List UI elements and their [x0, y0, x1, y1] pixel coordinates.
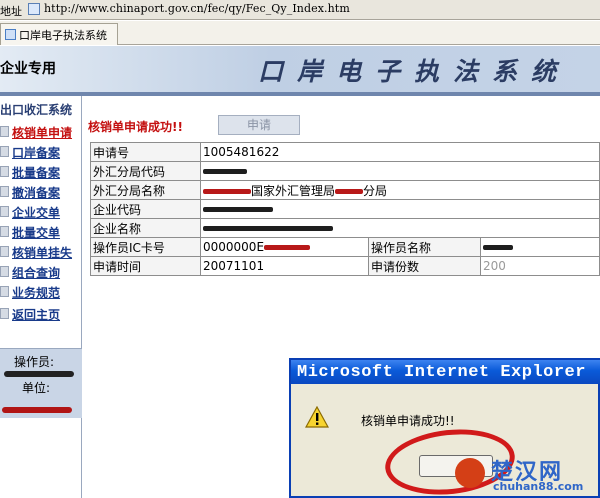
- table-row: 申请号 1005481622: [90, 142, 600, 162]
- sidebar-item-label: 业务规范: [12, 286, 61, 300]
- row-value: 1005481622: [200, 142, 600, 162]
- row-value: 0000000E: [200, 237, 369, 257]
- menu-bullet-icon: [0, 266, 9, 277]
- redaction-mark: [483, 245, 513, 250]
- row-value-redacted: [200, 161, 600, 181]
- sidebar-item-label: 批量备案: [12, 166, 61, 180]
- tab-page-icon: [5, 29, 16, 40]
- warning-icon: [305, 406, 329, 428]
- watermark-logo-icon: [455, 458, 485, 488]
- menu-bullet-icon: [0, 226, 9, 237]
- row-value-text: 0000000E: [203, 240, 265, 254]
- menu-bullet-icon: [0, 246, 9, 257]
- dialog-titlebar[interactable]: Microsoft Internet Explorer: [291, 360, 600, 384]
- table-row: 企业名称: [90, 218, 600, 238]
- row-value: 国家外汇管理局 分局: [200, 180, 600, 200]
- sidebar-item-label: 批量交单: [12, 226, 61, 240]
- sidebar-item-batch-submit[interactable]: 批量交单: [0, 222, 80, 241]
- tab-strip: 口岸电子执法系统: [0, 21, 600, 45]
- unit-redaction: [2, 407, 72, 413]
- address-input[interactable]: http://www.chinaport.gov.cn/fec/qy/Fec_Q…: [44, 2, 350, 15]
- sidebar-item-label: 口岸备案: [12, 146, 61, 160]
- sidebar-item-combined-query[interactable]: 组合查询: [0, 262, 80, 281]
- table-row: 操作员IC卡号 0000000E 操作员名称: [90, 237, 600, 257]
- page-icon: [28, 3, 40, 15]
- unit-label: 单位:: [22, 381, 51, 395]
- sidebar-item-label: 返回主页: [12, 308, 61, 322]
- operator-panel: 操作员: 单位:: [0, 348, 82, 418]
- redaction-mark: [203, 169, 247, 174]
- sidebar-item-label: 核销单挂失: [12, 246, 73, 260]
- menu-bullet-icon: [0, 146, 9, 157]
- table-row: 外汇分局代码: [90, 161, 600, 181]
- address-label: 地址: [0, 5, 22, 18]
- row-value-2-redacted: [480, 237, 600, 257]
- row-label: 申请时间: [90, 256, 201, 276]
- menu-bullet-icon: [0, 126, 9, 137]
- operator-redaction: [4, 371, 74, 377]
- row-label-2: 申请份数: [368, 256, 481, 276]
- sidebar-item-home[interactable]: 返回主页: [0, 304, 80, 323]
- menu-bullet-icon: [0, 206, 9, 217]
- redaction-mark: [203, 188, 251, 194]
- sidebar-item-report-loss[interactable]: 核销单挂失: [0, 242, 80, 261]
- dialog-title: Microsoft Internet Explorer: [297, 363, 586, 382]
- table-row: 外汇分局名称 国家外汇管理局 分局: [90, 180, 600, 200]
- sidebar-item-submit-docs[interactable]: 企业交单: [0, 202, 80, 221]
- sidebar-item-cancel-record[interactable]: 撤消备案: [0, 182, 80, 201]
- tab-title: 口岸电子执法系统: [19, 29, 107, 42]
- menu-bullet-icon: [0, 308, 9, 319]
- table-row: 企业代码: [90, 199, 600, 219]
- menu-bullet-icon: [0, 166, 9, 177]
- row-value: 20071101: [200, 256, 369, 276]
- banner-left-label: 企业专用: [0, 61, 56, 77]
- row-value-text: 国家外汇管理局: [251, 183, 336, 198]
- menu-bullet-icon: [0, 286, 9, 297]
- sidebar-item-label: 企业交单: [12, 206, 61, 220]
- sidebar-item-label: 核销单申请: [12, 126, 73, 140]
- row-label: 操作员IC卡号: [90, 237, 201, 257]
- dialog-message: 核销单申请成功!!: [361, 414, 455, 428]
- success-message: 核销单申请成功!!: [88, 120, 183, 134]
- sidebar-item-verification-apply[interactable]: 核销单申请: [0, 122, 80, 141]
- row-value-suffix: 分局: [363, 183, 388, 198]
- redaction-mark: [203, 207, 273, 212]
- site-banner: 企业专用 口岸电子执法系统: [0, 46, 600, 92]
- sidebar-item-batch-record[interactable]: 批量备案: [0, 162, 80, 181]
- redaction-mark: [335, 188, 364, 194]
- site-watermark: 楚汉网 chuhan88.com: [455, 452, 595, 498]
- sidebar-item-label: 撤消备案: [12, 186, 61, 200]
- sidebar-item-label: 组合查询: [12, 266, 61, 280]
- table-row: 申请时间 20071101 申请份数 200: [90, 256, 600, 276]
- row-label: 申请号: [90, 142, 201, 162]
- row-value-redacted: [200, 199, 600, 219]
- address-bar: 地址 http://www.chinaport.gov.cn/fec/qy/Fe…: [0, 0, 600, 20]
- row-value-2: 200: [480, 256, 600, 276]
- browser-tab[interactable]: 口岸电子执法系统: [0, 23, 118, 45]
- banner-title: 口岸电子执法系统: [258, 57, 571, 86]
- row-label-2: 操作员名称: [368, 237, 481, 257]
- operator-label: 操作员:: [14, 355, 55, 369]
- redaction-mark: [264, 245, 311, 250]
- row-value-redacted: [200, 218, 600, 238]
- sidebar-item-business-rules[interactable]: 业务规范: [0, 282, 80, 301]
- sidebar-header: 出口收汇系统: [0, 103, 73, 117]
- sidebar-item-port-record[interactable]: 口岸备案: [0, 142, 80, 161]
- apply-button[interactable]: 申请: [218, 115, 300, 135]
- redaction-mark: [203, 226, 333, 231]
- row-label: 企业代码: [90, 199, 201, 219]
- row-label: 企业名称: [90, 218, 201, 238]
- watermark-url: chuhan88.com: [493, 480, 584, 493]
- sidebar: 出口收汇系统 核销单申请 口岸备案 批量备案 撤消备案 企业交单 批量交单 核销…: [0, 96, 82, 498]
- menu-bullet-icon: [0, 186, 9, 197]
- row-label: 外汇分局代码: [90, 161, 201, 181]
- row-label: 外汇分局名称: [90, 180, 201, 200]
- application-info-table: 申请号 1005481622 外汇分局代码 外汇分局名称 国家外汇管理局 分局 企…: [90, 142, 600, 276]
